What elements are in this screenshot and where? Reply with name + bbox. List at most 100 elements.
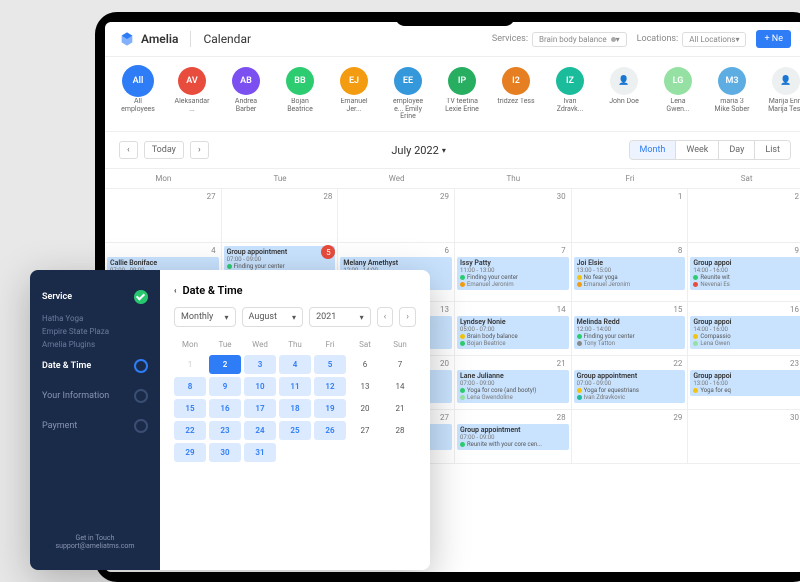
employee-avatar[interactable]: I2tridzez Tess (497, 67, 535, 121)
calendar-event[interactable]: Melinda Redd12:00 - 14:00Finding your ce… (574, 316, 686, 349)
calendar-cell[interactable]: 21Lane Julianne07:00 - 09:00Yoga for cor… (455, 356, 572, 410)
calendar-cell[interactable]: 30 (455, 189, 572, 243)
mini-day[interactable]: 10 (244, 377, 276, 396)
mini-day[interactable]: 29 (174, 443, 206, 462)
recurrence-select[interactable]: Monthly▾ (174, 307, 236, 327)
employee-avatar[interactable]: 👤John Doe (605, 67, 643, 121)
mini-day[interactable]: 23 (209, 421, 241, 440)
mini-day[interactable]: 25 (279, 421, 311, 440)
booking-step[interactable]: Payment (30, 411, 160, 441)
calendar-event[interactable]: Lane Julianne07:00 - 09:00Yoga for core … (457, 370, 569, 403)
employee-avatar[interactable]: IPTV teetina Lexie Erine (443, 67, 481, 121)
calendar-cell[interactable]: 8Joi Elsie13:00 - 15:00No fear yogaEmanu… (572, 243, 689, 302)
event-name: Group appoi (693, 372, 799, 380)
mini-day[interactable]: 12 (314, 377, 346, 396)
brand-logo[interactable]: Amelia (119, 31, 178, 47)
calendar-cell[interactable]: 29 (338, 189, 455, 243)
calendar-cell[interactable]: 28 (222, 189, 339, 243)
view-tab-list[interactable]: List (754, 141, 790, 159)
locations-filter[interactable]: All Locations ▾ (682, 32, 746, 47)
mini-prev-button[interactable]: ‹ (377, 307, 394, 327)
mini-day[interactable]: 8 (174, 377, 206, 396)
employee-avatar[interactable]: AVAleksandar ... (173, 67, 211, 121)
employee-avatar[interactable]: EJEmanuel Jer... (335, 67, 373, 121)
employee-avatar[interactable]: M3maria 3 Mike Sober (713, 67, 751, 121)
mini-day[interactable]: 26 (314, 421, 346, 440)
mini-day[interactable]: 16 (209, 399, 241, 418)
event-time: 07:00 - 09:00 (577, 380, 683, 387)
calendar-event[interactable]: Group appoi14:00 - 16:00CompassioLena Gw… (690, 316, 800, 349)
calendar-cell[interactable]: 28Group appointment07:00 - 09:00Reunite … (455, 410, 572, 464)
calendar-cell[interactable]: 9Group appoi14:00 - 16:00Reunite witNeve… (688, 243, 800, 302)
view-tab-week[interactable]: Week (675, 141, 718, 159)
employee-avatar[interactable]: AllAll employees (119, 67, 157, 121)
new-button[interactable]: + Ne (756, 30, 791, 48)
mini-day[interactable]: 9 (209, 377, 241, 396)
mini-day[interactable]: 18 (279, 399, 311, 418)
employee-avatar[interactable]: 👤Marija Ennl Marija Tess (767, 67, 800, 121)
month-select[interactable]: August▾ (242, 307, 304, 327)
calendar-cell[interactable]: 7Issy Patty11:00 - 13:00Finding your cen… (455, 243, 572, 302)
mini-day[interactable]: 19 (314, 399, 346, 418)
calendar-cell[interactable]: 29 (572, 410, 689, 464)
mini-day[interactable]: 15 (174, 399, 206, 418)
calendar-event[interactable]: Group appointment07:00 - 09:00Reunite wi… (457, 424, 569, 450)
event-employee: Tony Tatton (577, 340, 683, 347)
employee-avatar[interactable]: EEemployee e... Emily Erine (389, 67, 427, 121)
calendar-event[interactable]: Issy Patty11:00 - 13:00Finding your cent… (457, 257, 569, 290)
calendar-event[interactable]: Lyndsey Nonie05:00 - 07:00Brain body bal… (457, 316, 569, 349)
mini-day[interactable]: 24 (244, 421, 276, 440)
calendar-cell[interactable]: 22Group appointment07:00 - 09:00Yoga for… (572, 356, 689, 410)
mini-day[interactable]: 1 (174, 355, 206, 374)
calendar-event[interactable]: Group appoi14:00 - 16:00Reunite witNeven… (690, 257, 800, 290)
mini-day[interactable]: 3 (244, 355, 276, 374)
avatar-name: All employees (119, 98, 157, 113)
calendar-event[interactable]: Group appoi13:00 - 16:00Yoga for eq (690, 370, 800, 396)
back-icon[interactable]: ‹ (174, 286, 176, 295)
next-button[interactable]: › (190, 141, 209, 159)
mini-day[interactable]: 5 (314, 355, 346, 374)
employee-avatar[interactable]: LGLena Gwen... (659, 67, 697, 121)
mini-day[interactable]: 30 (209, 443, 241, 462)
calendar-cell[interactable]: 30 (688, 410, 800, 464)
calendar-cell[interactable]: 2 (688, 189, 800, 243)
event-name: Group appointment (460, 426, 566, 434)
calendar-cell[interactable]: 14Lyndsey Nonie05:00 - 07:00Brain body b… (455, 302, 572, 356)
footer-email[interactable]: support@ameliatms.com (38, 542, 152, 550)
booking-step[interactable]: Your Information (30, 381, 160, 411)
event-name: Melinda Redd (577, 318, 683, 326)
mini-day[interactable]: 31 (244, 443, 276, 462)
mini-day[interactable]: 22 (174, 421, 206, 440)
calendar-cell[interactable]: 27 (105, 189, 222, 243)
calendar-event[interactable]: Joi Elsie13:00 - 15:00No fear yogaEmanue… (574, 257, 686, 290)
calendar-cell[interactable]: 15Melinda Redd12:00 - 14:00Finding your … (572, 302, 689, 356)
avatar-name: Ivan Zdravk... (551, 98, 589, 113)
calendar-cell[interactable]: 16Group appoi14:00 - 16:00CompassioLena … (688, 302, 800, 356)
mini-day[interactable]: 2 (209, 355, 241, 374)
mini-day[interactable]: 4 (279, 355, 311, 374)
calendar-cell[interactable]: 1 (572, 189, 689, 243)
day-number: 4 (107, 245, 219, 256)
mini-day[interactable]: 11 (279, 377, 311, 396)
calendar-cell[interactable]: 23Group appoi13:00 - 16:00Yoga for eq (688, 356, 800, 410)
employee-avatar[interactable]: IZIvan Zdravk... (551, 67, 589, 121)
day-number: 23 (690, 358, 800, 369)
employee-avatar[interactable]: BBBojan Beatrice (281, 67, 319, 121)
mini-next-button[interactable]: › (399, 307, 416, 327)
view-tab-day[interactable]: Day (718, 141, 754, 159)
view-tab-month[interactable]: Month (630, 141, 676, 159)
booking-step[interactable]: Date & Time (30, 351, 160, 381)
calendar-event[interactable]: Group appointment07:00 - 09:00Yoga for e… (574, 370, 686, 403)
today-button[interactable]: Today (144, 141, 184, 159)
topbar: Amelia Calendar Services: Brain body bal… (105, 22, 800, 57)
prev-button[interactable]: ‹ (119, 141, 138, 159)
event-time: 11:00 - 13:00 (460, 267, 566, 274)
event-employee: Bojan Beatrice (460, 340, 566, 347)
mini-day[interactable]: 17 (244, 399, 276, 418)
month-label[interactable]: July 2022▾ (391, 144, 446, 157)
year-select[interactable]: 2021▾ (309, 307, 371, 327)
footer-title: Get in Touch (38, 534, 152, 542)
services-filter[interactable]: Brain body balance ▾ (532, 32, 627, 47)
booking-step[interactable]: Service (30, 282, 160, 312)
employee-avatar[interactable]: ABAndrea Barber (227, 67, 265, 121)
